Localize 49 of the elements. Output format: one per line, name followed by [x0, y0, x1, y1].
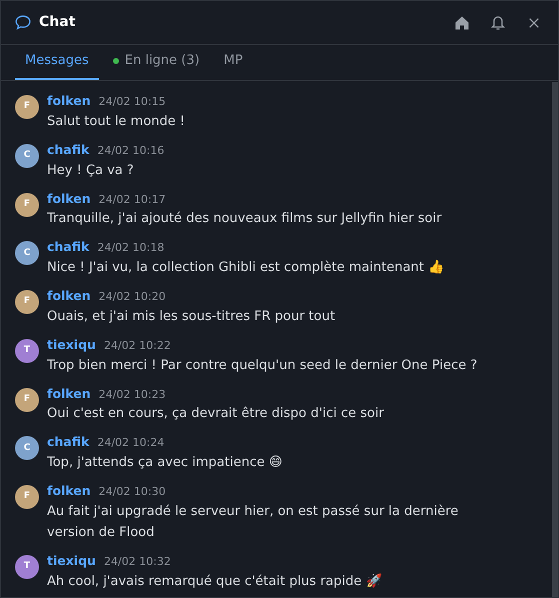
avatar: F	[15, 485, 39, 509]
message-time: 24/02 10:18	[97, 240, 164, 256]
message-text: Top, j'attends ça avec impatience 😄	[47, 454, 284, 472]
message-text: Trop bien merci ! Par contre quelqu'un seed le dernier One Piece ?	[47, 356, 478, 374]
message-time: 24/02 10:22	[104, 338, 171, 354]
avatar: F	[15, 290, 39, 314]
avatar: F	[15, 388, 39, 412]
author-name: chafik	[47, 433, 90, 452]
author-name: folken	[47, 384, 91, 402]
message-time: 24/02 10:30	[98, 484, 166, 500]
author-name: folken	[47, 92, 91, 110]
message-time: 24/02 10:32	[104, 554, 171, 570]
author-name: folken	[47, 190, 91, 208]
avatar: C	[15, 241, 39, 266]
message-text: Oui c'est en cours, ça devrait être dispo d'ici ce soir	[47, 405, 385, 424]
message-time: 24/02 10:17	[98, 192, 166, 208]
close-icon	[528, 16, 540, 28]
scrollbar[interactable]	[552, 82, 558, 597]
window-title: Chat	[39, 13, 76, 32]
avatar: T	[15, 554, 39, 579]
chat-bubble-icon	[15, 15, 31, 30]
tab[interactable]: MP	[214, 44, 253, 80]
message-text: Nice ! J'ai vu, la collection Ghibli est complète maintenant 👍	[47, 258, 446, 277]
message-time: 24/02 10:24	[97, 435, 164, 452]
author-name: tiexiqu	[47, 336, 96, 354]
avatar: F	[15, 192, 39, 216]
author-name: folken	[47, 482, 91, 500]
bell-icon	[490, 14, 506, 31]
message-time: 24/02 10:23	[98, 386, 166, 402]
author-name: chafik	[47, 140, 90, 159]
avatar: C	[15, 436, 39, 460]
message-text: Ah cool, j'avais remarqué que c'était plus rapide 🚀	[47, 572, 383, 590]
author-name: chafik	[47, 238, 90, 256]
message-time: 24/02 10:20	[98, 289, 166, 305]
message-text: Salut tout le monde !	[47, 112, 186, 131]
author-name: tiexiqu	[47, 552, 96, 570]
home-icon	[454, 14, 470, 30]
avatar: C	[15, 144, 39, 168]
message-text: Hey ! Ça va ?	[47, 162, 135, 180]
avatar: F	[15, 95, 39, 119]
tab[interactable]: En ligne (3)	[102, 44, 210, 80]
avatar: T	[15, 338, 39, 363]
message-time: 24/02 10:16	[97, 142, 164, 159]
author-name: folken	[47, 287, 91, 305]
message-text: Tranquille, j'ai ajouté des nouveaux films sur Jellyfin hier soir	[47, 210, 443, 228]
message-text: Ouais, et j'ai mis les sous-titres FR pour tout	[47, 308, 336, 326]
tab[interactable]: Messages	[15, 44, 99, 80]
message-time: 24/02 10:15	[98, 94, 166, 110]
message-text: Au fait j'ai upgradé le serveur hier, on est passé sur la dernière version de Flood	[47, 502, 460, 542]
